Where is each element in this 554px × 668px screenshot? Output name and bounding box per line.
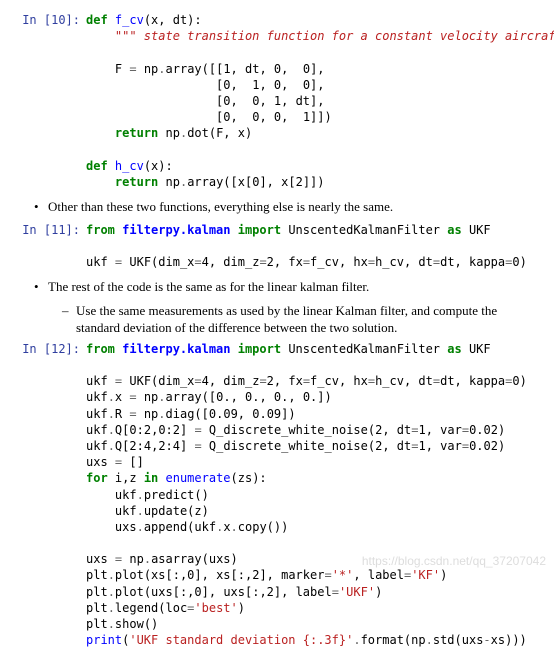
prompt-11: In [11]: [14,222,86,271]
bullet-dot: • [34,198,48,216]
bullet-2: • The rest of the code is the same as fo… [34,278,540,296]
bullet-dot: • [34,278,48,296]
code-11: from filterpy.kalman import UnscentedKal… [86,222,540,271]
bullet-2-sub: – Use the same measurements as used by t… [62,302,540,337]
bullet-1: • Other than these two functions, everyt… [34,198,540,216]
bullet-1-text: Other than these two functions, everythi… [48,198,393,216]
bullet-dash: – [62,302,76,337]
prompt-12: In [12]: [14,341,86,649]
code-10: def f_cv(x, dt): """ state transition fu… [86,12,554,190]
prompt-10: In [10]: [14,12,86,190]
code-cell-12: In [12]: from filterpy.kalman import Uns… [14,341,540,649]
code-cell-10: In [10]: def f_cv(x, dt): """ state tran… [14,12,540,190]
code-cell-11: In [11]: from filterpy.kalman import Uns… [14,222,540,271]
bullet-2-text: The rest of the code is the same as for … [48,278,369,296]
code-12: from filterpy.kalman import UnscentedKal… [86,341,540,649]
bullet-2-sub-text: Use the same measurements as used by the… [76,302,540,337]
